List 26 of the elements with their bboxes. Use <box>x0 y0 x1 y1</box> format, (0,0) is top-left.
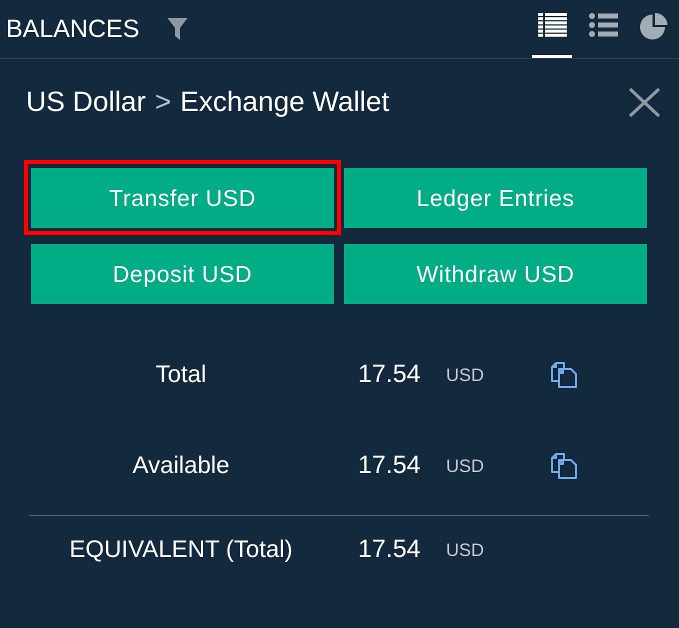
pie-chart-icon <box>640 13 668 40</box>
panel-title: BALANCES <box>5 16 140 42</box>
copy-icon <box>551 453 577 479</box>
breadcrumb-title: US Dollar > Exchange Wallet <box>26 88 390 116</box>
currency-code: USD <box>446 540 484 560</box>
action-button[interactable]: Ledger Entries <box>344 168 647 228</box>
balance-amount: 17.54 <box>358 535 421 564</box>
list-view-icon <box>588 13 618 37</box>
filter-icon <box>167 18 188 40</box>
currency-code: USD <box>446 364 484 384</box>
currency-code: USD <box>446 456 484 476</box>
close-button[interactable] <box>628 88 661 116</box>
close-icon <box>628 88 661 116</box>
equivalent-label: EQUIVALENT (Total) <box>68 535 294 565</box>
action-button[interactable]: Deposit USD <box>31 244 334 304</box>
copy-button[interactable] <box>551 362 577 388</box>
balance-amount: 17.54 <box>358 451 421 480</box>
copy-icon <box>551 362 577 388</box>
action-button[interactable]: Withdraw USD <box>344 244 647 304</box>
balance-label: Available <box>132 451 230 481</box>
copy-button[interactable] <box>551 453 577 479</box>
balance-amount: 17.54 <box>358 360 421 388</box>
balance-label: Total <box>154 360 208 390</box>
table-view-icon <box>538 13 566 37</box>
filter-button[interactable] <box>167 18 188 40</box>
action-button[interactable]: Transfer USD <box>31 168 334 228</box>
